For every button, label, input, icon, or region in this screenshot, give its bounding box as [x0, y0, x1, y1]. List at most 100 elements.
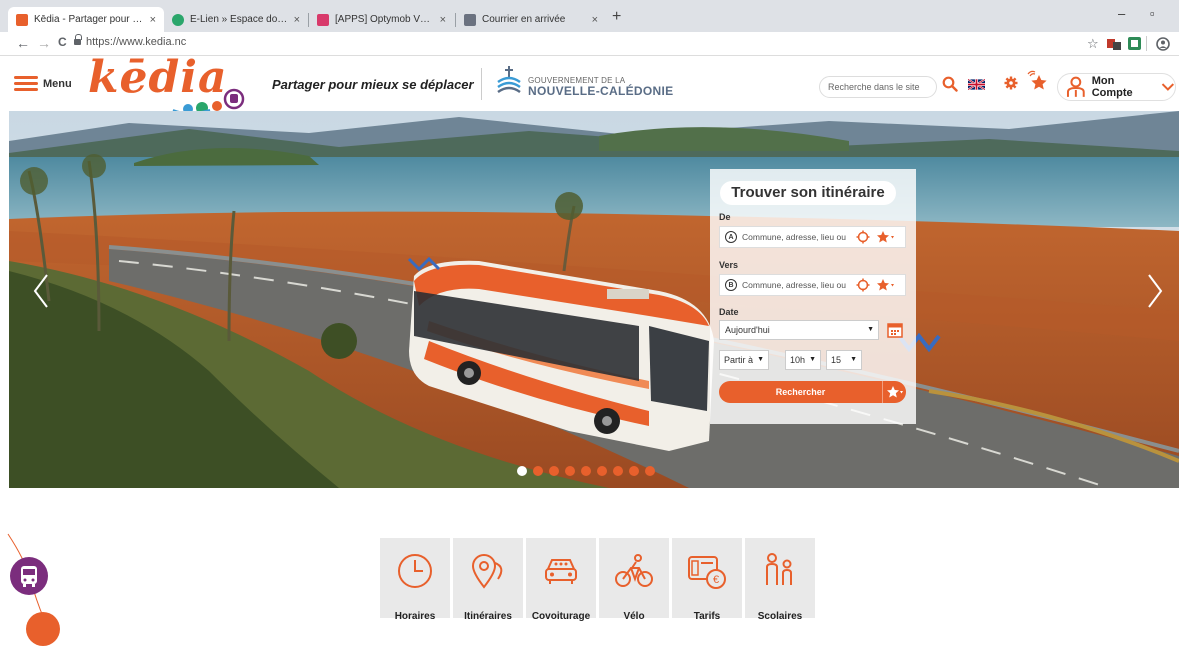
departure-mode-value: Partir à — [724, 355, 754, 365]
extension-green-icon[interactable] — [1128, 37, 1141, 50]
secondary-shortcut-button[interactable] — [26, 612, 60, 646]
menu-button[interactable]: Menu — [14, 72, 72, 96]
carousel-dot[interactable] — [629, 466, 639, 476]
carousel-dot[interactable] — [597, 466, 607, 476]
minute-value: 15 — [831, 355, 842, 365]
map-pin-icon — [471, 554, 503, 589]
destination-b-icon: B — [725, 279, 737, 291]
tab-title: Kēdia - Partager pour mieux se d — [34, 14, 144, 25]
close-tab-icon[interactable]: × — [294, 14, 300, 26]
to-label: Vers — [719, 260, 739, 270]
favorite-places-icon[interactable] — [876, 230, 898, 244]
service-covoiturage[interactable]: Covoiturage — [526, 538, 596, 622]
back-button[interactable]: ← — [16, 35, 30, 51]
search-favorites-button[interactable] — [882, 381, 906, 403]
carousel-dot[interactable] — [517, 466, 527, 476]
service-label: Vélo — [623, 611, 645, 622]
tab-title: Courrier en arrivée — [482, 14, 566, 25]
service-label: Horaires — [394, 611, 436, 622]
header-divider — [481, 68, 482, 100]
origin-a-icon: A — [725, 231, 737, 243]
service-scolaires[interactable]: Scolaires — [745, 538, 815, 622]
service-itineraires[interactable]: Itinéraires — [453, 538, 523, 622]
search-icon[interactable] — [942, 76, 958, 92]
dropdown-arrow-icon: ▼ — [757, 356, 764, 363]
site-header: Menu kēdia Partager pour mieux se déplac… — [0, 52, 1179, 114]
bus-icon — [21, 566, 37, 587]
dropdown-arrow-icon: ▼ — [809, 356, 816, 363]
children-icon — [766, 553, 792, 585]
minute-select[interactable]: 15 ▼ — [826, 350, 862, 370]
bookmark-star-icon[interactable]: ☆ — [1087, 36, 1099, 52]
favorite-places-icon[interactable] — [876, 278, 898, 292]
search-itinerary-button[interactable]: Rechercher — [719, 381, 882, 403]
date-select[interactable]: Aujourd'hui ▼ — [719, 320, 879, 340]
from-field[interactable]: A — [719, 226, 906, 248]
browser-tab-elien[interactable]: E-Lien » Espace documentaire × — [164, 7, 308, 32]
site-tagline: Partager pour mieux se déplacer — [272, 77, 474, 92]
chevron-down-icon — [1162, 83, 1175, 91]
hour-select[interactable]: 10h ▼ — [785, 350, 821, 370]
service-label: Itinéraires — [464, 611, 512, 622]
ticket-euro-icon: € — [688, 556, 726, 589]
carousel-dot[interactable] — [581, 466, 591, 476]
uk-flag-icon[interactable] — [968, 79, 985, 90]
kedia-logo[interactable]: kēdia — [88, 52, 260, 116]
departure-mode-select[interactable]: Partir à ▼ — [719, 350, 769, 370]
service-velo[interactable]: Vélo — [599, 538, 669, 622]
site-search-input[interactable] — [819, 76, 937, 98]
services-grid: Horaires Itinéraires Covoiturage Vélo € … — [380, 538, 815, 622]
carousel-dot[interactable] — [565, 466, 575, 476]
service-label: Scolaires — [757, 611, 803, 622]
calendar-icon[interactable] — [887, 322, 903, 338]
close-tab-icon[interactable]: × — [440, 14, 446, 26]
courrier-favicon-icon — [464, 13, 476, 26]
tab-title: E-Lien » Espace documentaire — [190, 14, 288, 25]
user-icon — [1066, 76, 1085, 97]
profile-icon[interactable] — [1156, 37, 1170, 51]
service-label: Covoiturage — [531, 611, 591, 622]
url-field[interactable]: https://www.kedia.nc — [86, 36, 186, 48]
itinerary-planner: Trouver son itinéraire De A Vers B — [710, 169, 916, 424]
forward-button[interactable]: → — [37, 35, 51, 51]
geolocate-icon[interactable] — [856, 278, 870, 292]
carousel-dot[interactable] — [613, 466, 623, 476]
favorites-star-icon[interactable] — [1026, 68, 1048, 92]
toolbar-divider — [1146, 36, 1147, 51]
service-horaires[interactable]: Horaires — [380, 538, 450, 622]
account-button[interactable]: Mon Compte — [1057, 73, 1176, 101]
browser-tab-kedia[interactable]: Kēdia - Partager pour mieux se d × — [8, 7, 164, 32]
hero-bus-photo — [9, 111, 1179, 488]
bus-shortcut-button[interactable] — [10, 557, 48, 595]
to-field[interactable]: B — [719, 274, 906, 296]
kedia-favicon-icon — [16, 13, 28, 26]
lock-icon — [74, 34, 82, 46]
restore-button[interactable]: ▫ — [1150, 6, 1155, 21]
carousel-dot[interactable] — [533, 466, 543, 476]
hero-carousel: Trouver son itinéraire De A Vers B — [9, 111, 1179, 488]
geolocate-icon[interactable] — [856, 230, 870, 244]
service-tarifs[interactable]: € Tarifs — [672, 538, 742, 622]
browser-tab-optymob[interactable]: [APPS] Optymob V2 - Nouvelle C × — [309, 7, 454, 32]
date-label: Date — [719, 307, 739, 317]
menu-label: Menu — [43, 78, 72, 90]
close-tab-icon[interactable]: × — [592, 14, 598, 26]
to-input[interactable] — [742, 280, 852, 290]
minimize-button[interactable]: – — [1118, 6, 1125, 21]
carousel-dot[interactable] — [549, 466, 559, 476]
browser-tab-courrier[interactable]: Courrier en arrivée × — [456, 7, 606, 32]
close-tab-icon[interactable]: × — [150, 14, 156, 26]
extension-icon[interactable] — [1106, 37, 1122, 51]
carousel-prev-arrow[interactable] — [31, 271, 51, 311]
from-label: De — [719, 212, 731, 222]
carousel-next-arrow[interactable] — [1145, 271, 1165, 311]
gear-icon[interactable] — [1004, 76, 1018, 90]
browser-tab-bar: Kēdia - Partager pour mieux se d × E-Lie… — [0, 0, 1179, 32]
carousel-dot[interactable] — [645, 466, 655, 476]
from-input[interactable] — [742, 232, 852, 242]
hamburger-icon — [14, 76, 38, 92]
reload-button[interactable]: C — [58, 35, 67, 49]
star-icon — [887, 386, 903, 398]
new-tab-button[interactable]: + — [612, 8, 621, 26]
government-emblem-icon[interactable] — [495, 64, 523, 98]
